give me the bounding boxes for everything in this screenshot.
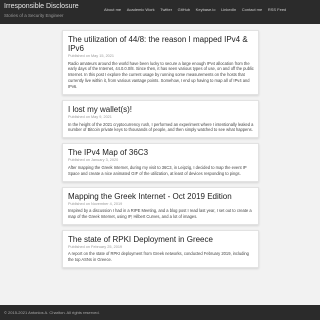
post-date: Published on February 25, 2019 xyxy=(68,244,123,249)
post-title[interactable]: Mapping the Greek Internet - Oct 2019 Ed… xyxy=(68,192,254,201)
post-card: The IPv4 Map of 36C3 Published on Januar… xyxy=(62,143,259,182)
nav-link-github[interactable]: GitHub xyxy=(178,7,190,12)
post-card: The state of RPKI Deployment in Greece P… xyxy=(62,229,259,269)
post-date: Published on November 4, 2019 xyxy=(68,201,123,206)
post-title[interactable]: The utilization of 44/8: the reason I ma… xyxy=(68,35,254,53)
nav-link-keybase[interactable]: Keybase.io xyxy=(196,7,216,12)
post-excerpt: In the height of the 2021 cryptocurrency… xyxy=(68,121,254,133)
main-nav: About me Academic Work Twitter GitHub Ke… xyxy=(104,7,292,12)
nav-link-academic-work[interactable]: Academic Work xyxy=(127,7,155,12)
post-date: Published on May 9, 2021 xyxy=(68,115,112,120)
copyright-text: © 2015-2021 Antonios A. Chariton. All ri… xyxy=(4,310,100,315)
post-title[interactable]: The IPv4 Map of 36C3 xyxy=(68,148,254,157)
footer: © 2015-2021 Antonios A. Chariton. All ri… xyxy=(0,305,320,320)
post-excerpt: Radio amateurs around the world have bee… xyxy=(68,60,254,90)
top-navbar: Irresponsible Disclosure Stories of a Se… xyxy=(0,0,320,24)
post-title[interactable]: I lost my wallet(s)! xyxy=(68,105,254,114)
post-list: The utilization of 44/8: the reason I ma… xyxy=(62,30,259,273)
nav-link-about[interactable]: About me xyxy=(104,7,121,12)
post-title[interactable]: The state of RPKI Deployment in Greece xyxy=(68,235,254,244)
post-card: I lost my wallet(s)! Published on May 9,… xyxy=(62,100,259,139)
nav-link-rss[interactable]: RSS Feed xyxy=(268,7,286,12)
site-subtitle: Stories of a Security Engineer xyxy=(4,13,64,18)
post-date: Published on May 15, 2021 xyxy=(68,54,115,58)
site-title[interactable]: Irresponsible Disclosure xyxy=(4,3,79,10)
post-excerpt: Inspired by a discussion I had in a RIPE… xyxy=(68,208,252,220)
nav-link-twitter[interactable]: Twitter xyxy=(160,7,172,12)
post-date: Published on January 3, 2020 xyxy=(68,158,119,163)
nav-link-contact[interactable]: Contact me xyxy=(242,7,262,12)
post-card: Mapping the Greek Internet - Oct 2019 Ed… xyxy=(62,186,259,225)
post-card: The utilization of 44/8: the reason I ma… xyxy=(62,30,259,96)
post-excerpt: After mapping the Greek Internet, during… xyxy=(68,164,247,176)
nav-link-linkedin[interactable]: LinkedIn xyxy=(221,7,236,12)
post-excerpt: A report on the state of RPKI deployment… xyxy=(68,251,249,263)
